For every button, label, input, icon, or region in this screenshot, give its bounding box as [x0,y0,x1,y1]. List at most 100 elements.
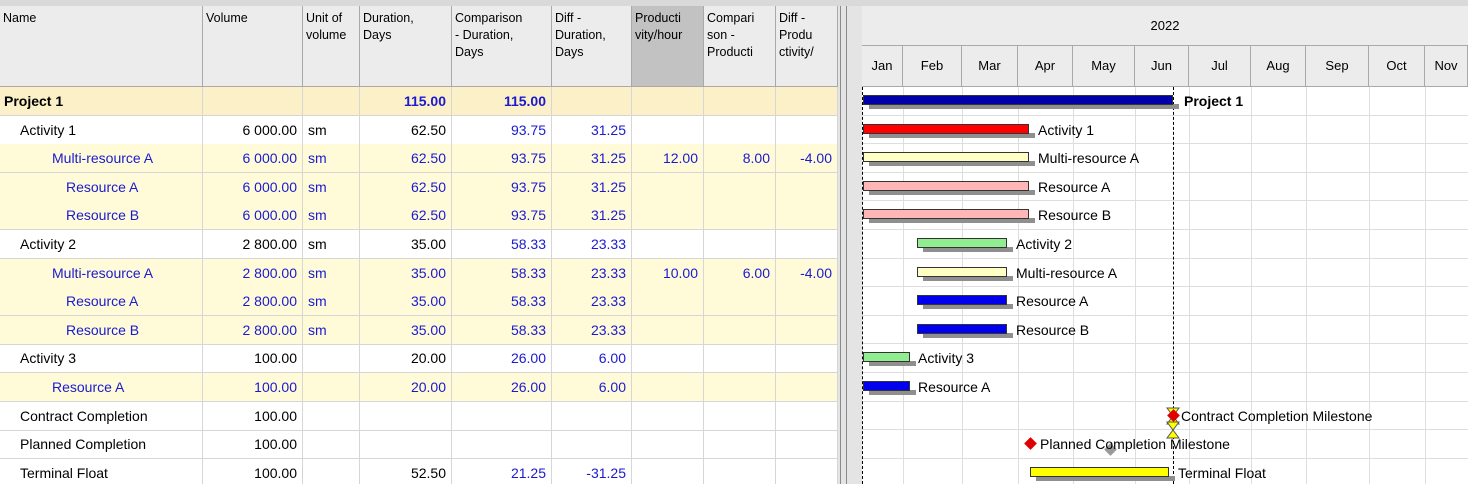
cell-duration[interactable]: 62.50 [360,201,452,230]
table-row[interactable]: Project 1 115.00 115.00 [0,87,838,116]
cell-diff-productivity[interactable]: -4.00 [776,144,838,173]
cell-diff-productivity[interactable]: -4.00 [776,258,838,287]
cell-productivity[interactable] [632,230,704,258]
cell-name[interactable]: Resource B [0,201,203,230]
cell-cmp-productivity[interactable] [704,458,776,484]
cell-volume[interactable]: 2 800.00 [203,230,303,258]
cell-diff-duration[interactable]: 6.00 [552,344,632,373]
cell-duration[interactable]: 35.00 [360,258,452,287]
cell-productivity[interactable] [632,373,704,401]
cell-volume[interactable]: 6 000.00 [203,201,303,230]
cell-diff-productivity[interactable] [776,287,838,316]
cell-unit[interactable] [303,401,360,430]
table-row[interactable]: Activity 16 000.00 sm 62.50 93.75 31.25 [0,115,838,145]
cell-cmp-productivity[interactable] [704,401,776,430]
cell-unit[interactable] [303,458,360,484]
cell-productivity[interactable] [632,344,704,373]
gantt-bar[interactable] [863,352,910,363]
column-header-cmp-productivity[interactable]: Compari son - Producti [704,6,776,87]
cell-duration[interactable] [360,430,452,459]
gantt-bar[interactable] [863,180,1029,191]
gantt-bar[interactable] [917,238,1007,248]
cell-productivity[interactable] [632,458,704,484]
cell-diff-duration[interactable]: 31.25 [552,201,632,230]
cell-volume[interactable]: 2 800.00 [203,315,303,344]
cell-duration[interactable]: 62.50 [360,115,452,144]
cell-diff-duration[interactable] [552,87,632,115]
cell-cmp-duration[interactable]: 58.33 [452,258,552,287]
gantt-bar[interactable] [917,295,1007,306]
cell-name[interactable]: Project 1 [0,87,203,115]
column-header-diff-duration[interactable]: Diff - Duration, Days [552,6,632,87]
table-row[interactable]: Multi-resource A6 000.00 sm 62.50 93.75 31.2… [0,144,838,174]
cell-unit[interactable]: sm [303,201,360,230]
cell-diff-duration[interactable]: 31.25 [552,144,632,173]
cell-name[interactable]: Activity 3 [0,344,203,373]
cell-diff-duration[interactable]: 23.33 [552,258,632,287]
milestone-diamond-icon[interactable] [1024,437,1037,451]
cell-cmp-productivity[interactable] [704,287,776,316]
gantt-bar[interactable] [863,95,1173,105]
cell-duration[interactable]: 62.50 [360,144,452,173]
pane-splitter[interactable] [838,6,862,484]
table-row[interactable]: Resource A6 000.00 sm 62.50 93.75 31.25 [0,172,838,202]
cell-volume[interactable]: 100.00 [203,344,303,373]
cell-diff-duration[interactable]: 31.25 [552,172,632,201]
cell-name[interactable]: Resource A [0,373,203,401]
cell-productivity[interactable] [632,401,704,430]
cell-cmp-duration[interactable]: 93.75 [452,144,552,173]
cell-name[interactable]: Activity 2 [0,230,203,258]
cell-cmp-duration[interactable]: 58.33 [452,315,552,344]
gantt-bar[interactable] [863,381,910,391]
column-header-name[interactable]: Name [0,6,203,87]
cell-unit[interactable]: sm [303,144,360,173]
column-header-duration[interactable]: Duration, Days [360,6,452,87]
cell-unit[interactable]: sm [303,172,360,201]
cell-unit[interactable] [303,87,360,115]
cell-duration[interactable]: 35.00 [360,230,452,258]
cell-cmp-duration[interactable]: 58.33 [452,287,552,316]
cell-productivity[interactable] [632,430,704,459]
cell-cmp-productivity[interactable] [704,115,776,144]
cell-diff-productivity[interactable] [776,315,838,344]
cell-name[interactable]: Planned Completion [0,430,203,459]
gantt-bar[interactable] [917,323,1007,334]
cell-diff-duration[interactable]: -31.25 [552,458,632,484]
cell-unit[interactable]: sm [303,258,360,287]
cell-cmp-duration[interactable] [452,430,552,459]
cell-duration[interactable]: 35.00 [360,287,452,316]
cell-diff-duration[interactable]: 31.25 [552,115,632,144]
cell-name[interactable]: Multi-resource A [0,144,203,173]
cell-volume[interactable]: 2 800.00 [203,287,303,316]
cell-cmp-productivity[interactable] [704,87,776,115]
table-row[interactable]: Activity 22 800.00 sm 35.00 58.33 23.33 [0,230,838,259]
column-header-productivity[interactable]: Producti vity/hour [632,6,704,87]
table-row[interactable]: Activity 3 100.00 20.00 26.00 6.00 [0,344,838,374]
cell-diff-productivity[interactable] [776,373,838,401]
cell-unit[interactable]: sm [303,287,360,316]
cell-cmp-duration[interactable]: 26.00 [452,373,552,401]
cell-duration[interactable]: 20.00 [360,344,452,373]
cell-name[interactable]: Multi-resource A [0,258,203,287]
table-row[interactable]: Contract Completion 100.00 [0,401,838,431]
cell-productivity[interactable] [632,287,704,316]
cell-name[interactable]: Resource B [0,315,203,344]
cell-cmp-productivity[interactable] [704,315,776,344]
cell-name[interactable]: Activity 1 [0,115,203,144]
column-header-unit[interactable]: Unit of volume [303,6,360,87]
cell-unit[interactable]: sm [303,115,360,144]
column-header-volume[interactable]: Volume [203,6,303,87]
cell-unit[interactable] [303,373,360,401]
cell-productivity[interactable] [632,201,704,230]
cell-volume[interactable] [203,87,303,115]
gantt-bar[interactable] [863,209,1029,220]
table-row[interactable]: Resource A 100.00 20.00 26.00 6.00 [0,373,838,402]
cell-diff-productivity[interactable] [776,430,838,459]
cell-duration[interactable] [360,401,452,430]
cell-productivity[interactable] [632,115,704,144]
table-row[interactable]: Multi-resource A2 800.00 sm 35.00 58.33 23.3… [0,258,838,288]
cell-duration[interactable]: 35.00 [360,315,452,344]
cell-cmp-duration[interactable]: 93.75 [452,172,552,201]
cell-volume[interactable]: 100.00 [203,430,303,459]
cell-diff-productivity[interactable] [776,344,838,373]
